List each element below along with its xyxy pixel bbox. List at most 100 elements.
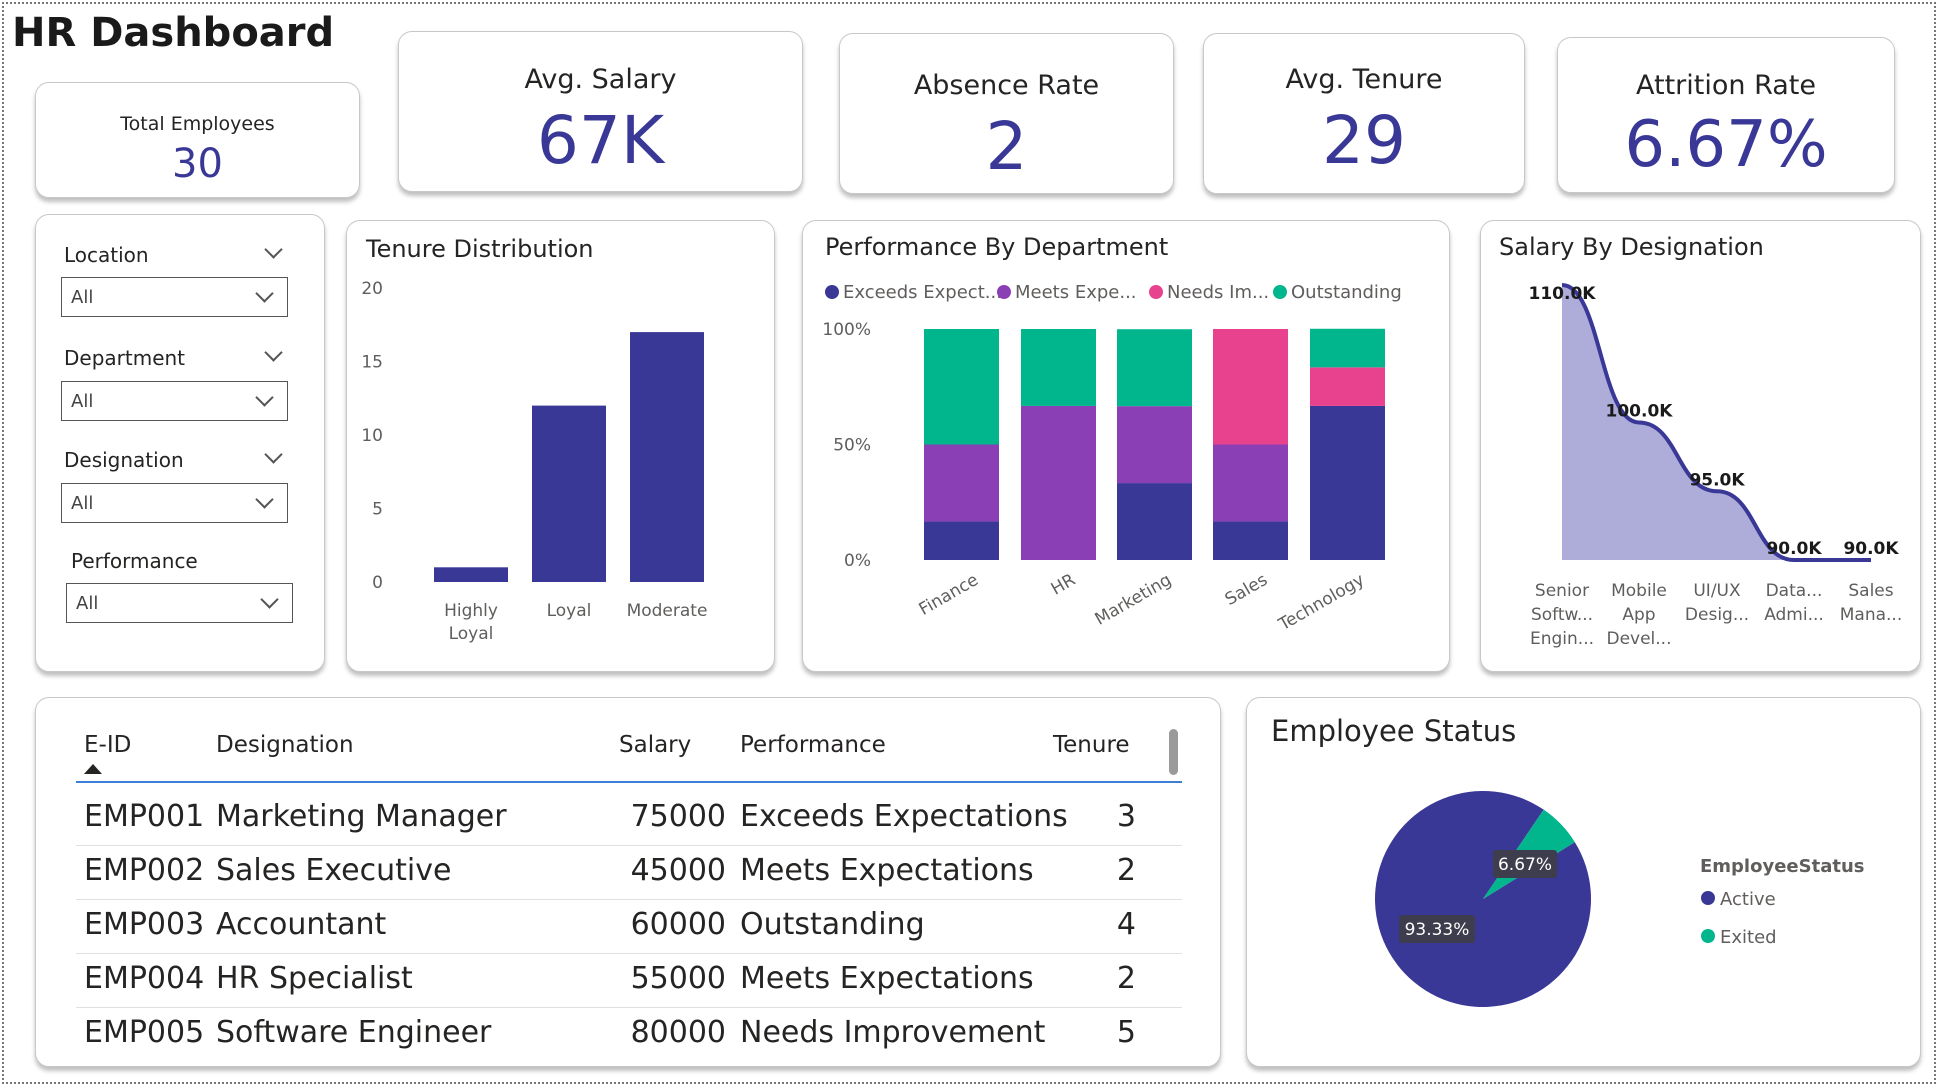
- header-underline: [76, 781, 1182, 783]
- dropdown-value: All: [71, 493, 94, 514]
- bar-segment: [1213, 521, 1288, 560]
- x-tick-label: Sales: [1848, 581, 1893, 601]
- filter-panel: Location All Department All Designation …: [35, 214, 325, 672]
- kpi-avg-tenure[interactable]: Avg. Tenure 29: [1203, 33, 1525, 194]
- x-tick-label: Loyal: [547, 601, 592, 621]
- table-row[interactable]: EMP001 Marketing Manager 75000 Exceeds Expe…: [36, 793, 1220, 847]
- salary-chart: 110.0K 100.0K 95.0K 90.0K 90.0K Senior Softw..…: [1529, 283, 1903, 649]
- bar-segment: [1310, 367, 1385, 406]
- table-row[interactable]: EMP005 Software Engineer 80000 Needs Improv…: [36, 1009, 1220, 1063]
- cell-eid: EMP001: [84, 799, 205, 834]
- column-header-salary[interactable]: Salary: [619, 732, 691, 758]
- legend-marker: [1149, 285, 1163, 299]
- chevron-down-icon[interactable]: [264, 240, 283, 259]
- data-label: 110.0K: [1529, 284, 1597, 304]
- cell-tenure: 3: [1116, 799, 1136, 834]
- sort-ascending-icon[interactable]: [84, 764, 102, 774]
- column-header-eid[interactable]: E-ID: [84, 732, 131, 758]
- tenure-distribution-card: Tenure Distribution 0 5 10 15 20 Highly Loyal L…: [346, 220, 775, 672]
- kpi-value: 30: [172, 141, 223, 187]
- data-label: 95.0K: [1689, 470, 1745, 490]
- y-tick-label: 50%: [833, 436, 871, 456]
- cell-salary: 55000: [630, 961, 726, 996]
- cell-designation: Accountant: [216, 907, 387, 942]
- tenure-chart: 0 5 10 15 20 Highly Loyal Loyal Moderate: [361, 279, 707, 644]
- cell-tenure: 2: [1116, 853, 1136, 888]
- bar-segment: [1213, 329, 1288, 445]
- cell-designation: Marketing Manager: [216, 799, 507, 834]
- slicer-label-performance: Performance: [71, 549, 198, 573]
- y-tick-label: 100%: [822, 320, 871, 340]
- row-divider: [76, 845, 1182, 846]
- kpi-total-employees[interactable]: Total Employees 30: [35, 82, 360, 198]
- table-row[interactable]: EMP004 HR Specialist 55000 Meets Expectatio…: [36, 955, 1220, 1009]
- slicer-label-designation: Designation: [64, 448, 184, 472]
- dropdown-value: All: [71, 391, 94, 412]
- bar-segment: [924, 329, 999, 445]
- legend-label: Exited: [1720, 927, 1777, 948]
- cell-performance: Meets Expectations: [740, 961, 1034, 996]
- chevron-down-icon: [255, 284, 274, 303]
- legend-label: Meets Expe...: [1015, 282, 1137, 303]
- slicer-label-location: Location: [64, 243, 149, 267]
- bar-0: [434, 567, 508, 582]
- y-tick-label: 0: [372, 573, 383, 593]
- x-tick-label: UI/UX: [1693, 581, 1741, 601]
- salary-by-designation-card: Salary By Designation 110.0K 100.0K 95.0K 9…: [1480, 220, 1921, 672]
- x-tick-label: Data...: [1766, 581, 1823, 601]
- x-tick-label: Mana...: [1840, 605, 1903, 625]
- table-row[interactable]: EMP002 Sales Executive 45000 Meets Expectat…: [36, 847, 1220, 901]
- dropdown-value: All: [71, 287, 94, 308]
- cell-designation: Software Engineer: [216, 1015, 492, 1050]
- bar-segment: [1310, 328, 1385, 368]
- cell-designation: HR Specialist: [216, 961, 413, 996]
- x-tick-label: Loyal: [449, 624, 494, 644]
- table-scrollbar[interactable]: [1169, 729, 1178, 775]
- row-divider: [76, 899, 1182, 900]
- x-tick-label: Admi...: [1764, 605, 1824, 625]
- kpi-absence-rate[interactable]: Absence Rate 2: [839, 33, 1174, 194]
- performance-by-department-card: Performance By Department Exceeds Expect…: [802, 220, 1450, 672]
- salary-area: [1562, 285, 1871, 560]
- data-label: 90.0K: [1766, 539, 1822, 559]
- legend-marker: [997, 285, 1011, 299]
- kpi-value: 6.67%: [1624, 108, 1828, 182]
- designation-dropdown[interactable]: All: [61, 483, 288, 523]
- column-header-performance[interactable]: Performance: [740, 732, 886, 758]
- y-tick-label: 5: [372, 500, 383, 520]
- y-tick-label: 10: [361, 426, 383, 446]
- x-tick-label: Devel...: [1606, 629, 1671, 649]
- bar-2: [630, 332, 704, 582]
- location-dropdown[interactable]: All: [61, 277, 288, 317]
- table-row[interactable]: EMP003 Accountant 60000 Outstanding 4: [36, 901, 1220, 955]
- column-header-tenure[interactable]: Tenure: [1053, 732, 1130, 758]
- performance-dropdown[interactable]: All: [66, 583, 293, 623]
- data-label: 6.67%: [1498, 855, 1552, 875]
- bar-segment: [1213, 444, 1288, 522]
- department-dropdown[interactable]: All: [61, 381, 288, 421]
- column-header-designation[interactable]: Designation: [216, 732, 354, 758]
- cell-eid: EMP002: [84, 853, 205, 888]
- bar-segment: [1021, 405, 1096, 560]
- bar-segment: [1117, 329, 1192, 407]
- employee-table-card: E-ID Designation Salary Performance Tenu…: [35, 697, 1221, 1067]
- dropdown-value: All: [76, 593, 99, 614]
- x-tick-label: Softw...: [1531, 605, 1593, 625]
- employee-status-card: Employee Status 6.67% 93.33% EmployeeStatu…: [1246, 697, 1921, 1067]
- chevron-down-icon[interactable]: [264, 445, 283, 464]
- cell-salary: 45000: [630, 853, 726, 888]
- legend-marker: [1701, 891, 1715, 905]
- legend-label: Outstanding: [1291, 282, 1402, 303]
- kpi-attrition-rate[interactable]: Attrition Rate 6.67%: [1557, 37, 1895, 193]
- x-tick-label: Finance: [916, 570, 982, 620]
- y-tick-label: 20: [361, 279, 383, 299]
- chevron-down-icon[interactable]: [264, 343, 283, 362]
- kpi-avg-salary[interactable]: Avg. Salary 67K: [398, 31, 803, 192]
- x-tick-label: Mobile: [1611, 581, 1667, 601]
- cell-tenure: 4: [1116, 907, 1136, 942]
- cell-eid: EMP004: [84, 961, 205, 996]
- legend-marker: [825, 285, 839, 299]
- x-tick-label: Marketing: [1092, 570, 1175, 630]
- cell-salary: 60000: [630, 907, 726, 942]
- cell-tenure: 2: [1116, 961, 1136, 996]
